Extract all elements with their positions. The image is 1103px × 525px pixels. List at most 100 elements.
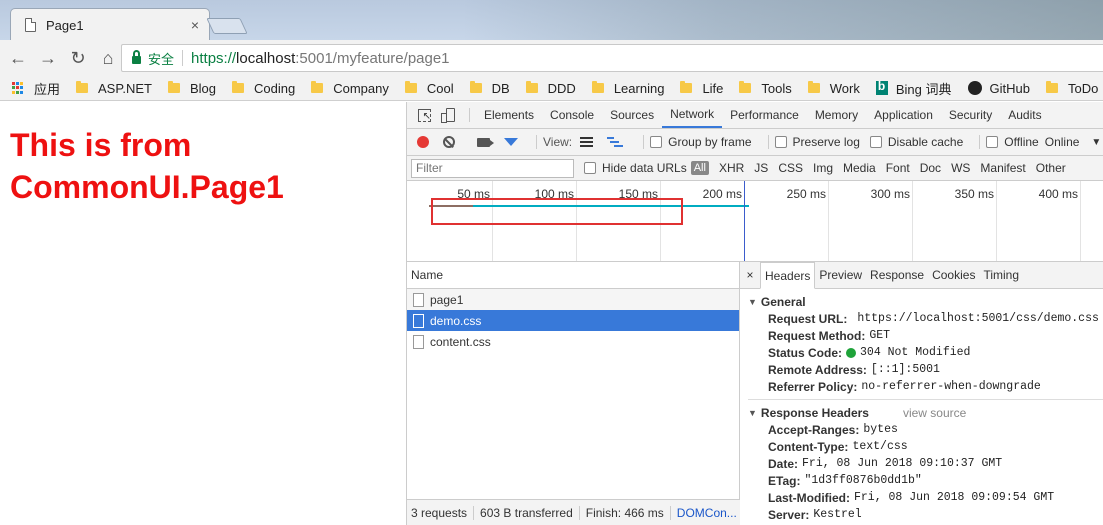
header-key: Referrer Policy: bbox=[768, 379, 858, 394]
bookmark-label: DB bbox=[491, 80, 510, 96]
tab-audits[interactable]: Audits bbox=[1000, 102, 1049, 128]
bookmark-folder-coding[interactable]: Coding bbox=[232, 81, 295, 96]
chevron-down-icon[interactable]: ▼ bbox=[1091, 137, 1101, 148]
device-toolbar-button[interactable] bbox=[437, 102, 463, 128]
bookmark-bing[interactable]: Bing 词典 bbox=[875, 79, 952, 98]
bookmark-folder-tools[interactable]: Tools bbox=[739, 81, 792, 96]
filter-type-ws[interactable]: WS bbox=[951, 161, 970, 175]
large-rows-icon[interactable] bbox=[580, 137, 594, 147]
github-icon bbox=[967, 81, 982, 95]
filter-icon[interactable] bbox=[504, 138, 518, 146]
filter-type-doc[interactable]: Doc bbox=[920, 161, 941, 175]
bookmark-label: GitHub bbox=[989, 80, 1030, 96]
tab-sources[interactable]: Sources bbox=[602, 102, 662, 128]
filter-type-img[interactable]: Img bbox=[813, 161, 833, 175]
close-details-icon[interactable]: × bbox=[740, 262, 760, 288]
tab-memory[interactable]: Memory bbox=[807, 102, 866, 128]
browser-tab[interactable]: Page1 × bbox=[10, 8, 210, 40]
waterfall-overview-icon[interactable] bbox=[607, 137, 624, 147]
tab-timing[interactable]: Timing bbox=[979, 262, 1023, 288]
back-arrow-icon[interactable]: ← bbox=[4, 44, 32, 72]
header-row-remote-address: Remote Address: [::1]:5001 bbox=[748, 361, 1103, 378]
request-row[interactable]: content.css bbox=[407, 331, 739, 352]
filter-type-css[interactable]: CSS bbox=[778, 161, 803, 175]
request-name: demo.css bbox=[430, 313, 482, 328]
clear-icon[interactable] bbox=[443, 136, 455, 148]
inspect-element-button[interactable] bbox=[411, 102, 437, 128]
forward-arrow-icon[interactable]: → bbox=[34, 44, 62, 72]
header-key: Accept-Ranges: bbox=[768, 422, 860, 437]
general-title: General bbox=[760, 294, 806, 309]
throttling-select[interactable]: Online bbox=[1045, 135, 1080, 149]
bookmark-github[interactable]: GitHub bbox=[967, 80, 1030, 96]
tab-network[interactable]: Network bbox=[662, 102, 723, 128]
general-section-header[interactable]: ▼ General bbox=[748, 293, 1103, 310]
folder-icon bbox=[167, 81, 180, 93]
summary-separator bbox=[578, 505, 580, 520]
offline-checkbox[interactable] bbox=[986, 136, 999, 148]
disable-cache-label: Disable cache bbox=[887, 135, 964, 149]
filter-type-other[interactable]: Other bbox=[1036, 161, 1066, 175]
new-tab-button[interactable] bbox=[206, 18, 248, 34]
view-source-link[interactable]: view source bbox=[903, 406, 966, 420]
dom-content-loaded-marker bbox=[744, 181, 745, 261]
folder-icon bbox=[525, 81, 538, 93]
bookmark-folder-todo[interactable]: ToDo bbox=[1045, 81, 1098, 96]
network-summary-bar: 3 requests 603 B transferred Finish: 466… bbox=[407, 499, 740, 525]
tab-elements[interactable]: Elements bbox=[476, 102, 542, 128]
tab-close-icon[interactable]: × bbox=[191, 17, 199, 33]
bookmark-folder-life[interactable]: Life bbox=[680, 81, 723, 96]
request-row[interactable]: page1 bbox=[407, 289, 739, 310]
devtools-separator bbox=[469, 108, 470, 122]
filter-type-all[interactable]: All bbox=[690, 161, 709, 175]
tab-performance[interactable]: Performance bbox=[722, 102, 807, 128]
address-bar[interactable]: 安全 https://localhost:5001/myfeature/page… bbox=[121, 44, 1103, 72]
name-column-header[interactable]: Name bbox=[407, 262, 739, 289]
header-value: text/css bbox=[852, 440, 908, 453]
bookmark-folder-db[interactable]: DB bbox=[469, 80, 510, 96]
bookmark-folder-work[interactable]: Work bbox=[807, 81, 860, 96]
bookmark-folder-blog[interactable]: Blog bbox=[167, 81, 216, 96]
timeline-tick: 400 ms bbox=[1038, 187, 1078, 201]
bookmark-folder-company[interactable]: Company bbox=[311, 81, 389, 96]
home-icon[interactable]: ⌂ bbox=[94, 44, 122, 72]
tab-security[interactable]: Security bbox=[941, 102, 1000, 128]
timeline-tick: 350 ms bbox=[954, 187, 994, 201]
reload-icon[interactable]: ↻ bbox=[64, 44, 92, 72]
header-value: "1d3ff0876b0dd1b" bbox=[804, 474, 922, 487]
timeline-gridline bbox=[1080, 181, 1081, 261]
summary-separator bbox=[473, 505, 475, 520]
bookmark-folder-ddd[interactable]: DDD bbox=[525, 81, 576, 96]
toolbar-separator bbox=[643, 135, 645, 149]
record-icon[interactable] bbox=[417, 136, 429, 148]
bookmark-folder-cool[interactable]: Cool bbox=[404, 81, 454, 96]
timeline-gridline bbox=[912, 181, 913, 261]
filter-type-media[interactable]: Media bbox=[843, 161, 876, 175]
url-host: localhost bbox=[236, 49, 296, 67]
header-key: Request URL: bbox=[768, 311, 848, 326]
bookmark-folder-learning[interactable]: Learning bbox=[591, 81, 664, 96]
filter-type-font[interactable]: Font bbox=[886, 161, 910, 175]
filter-type-xhr[interactable]: XHR bbox=[719, 161, 744, 175]
hide-data-urls-checkbox[interactable] bbox=[584, 162, 596, 174]
bookmark-apps[interactable]: 应用 bbox=[12, 79, 60, 98]
group-by-frame-checkbox[interactable] bbox=[650, 136, 663, 148]
header-row-status-code: Status Code: 304 Not Modified bbox=[748, 344, 1103, 361]
tab-cookies[interactable]: Cookies bbox=[928, 262, 979, 288]
filter-input[interactable] bbox=[411, 158, 574, 178]
bookmark-folder-aspnet[interactable]: ASP.NET bbox=[76, 81, 152, 96]
tab-response[interactable]: Response bbox=[866, 262, 928, 288]
filter-type-js[interactable]: JS bbox=[754, 161, 768, 175]
general-section: ▼ General Request URL: https://localhost:5… bbox=[740, 293, 1103, 395]
filter-type-manifest[interactable]: Manifest bbox=[980, 161, 1025, 175]
capture-screenshots-icon[interactable] bbox=[477, 137, 494, 147]
tab-headers[interactable]: Headers bbox=[760, 262, 816, 289]
preserve-log-checkbox[interactable] bbox=[774, 136, 787, 148]
tab-application[interactable]: Application bbox=[866, 102, 941, 128]
response-headers-header[interactable]: ▼ Response Headers view source bbox=[748, 404, 1103, 421]
request-row[interactable]: demo.css bbox=[407, 310, 739, 331]
tab-preview[interactable]: Preview bbox=[815, 262, 866, 288]
request-name: page1 bbox=[430, 292, 464, 307]
disable-cache-checkbox[interactable] bbox=[869, 136, 882, 148]
tab-console[interactable]: Console bbox=[542, 102, 602, 128]
